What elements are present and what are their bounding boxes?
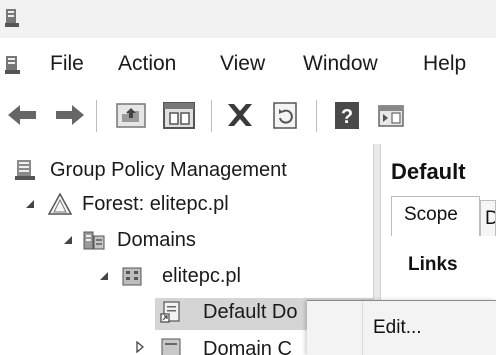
- tree-label: Forest: elitepc.pl: [82, 193, 229, 215]
- gpmc-app-icon: [15, 160, 35, 180]
- collapsed-arrow-icon[interactable]: [134, 341, 146, 353]
- refresh-icon[interactable]: [268, 100, 304, 130]
- expanded-arrow-icon[interactable]: [98, 270, 110, 282]
- toolbar-separator: [96, 100, 97, 132]
- context-menu-edit[interactable]: Edit...: [373, 316, 422, 340]
- toolbar-separator: [211, 100, 212, 132]
- expanded-arrow-icon[interactable]: [62, 234, 74, 246]
- tree-label: Domain C: [203, 338, 292, 355]
- gpmc-app-icon[interactable]: [4, 54, 22, 76]
- help-icon[interactable]: ?: [329, 100, 365, 130]
- expanded-arrow-icon[interactable]: [24, 198, 36, 210]
- forest-icon: [48, 192, 72, 215]
- tree-label: Domains: [117, 229, 196, 251]
- tab-label: D: [485, 208, 495, 229]
- tree-label: Group Policy Management: [50, 159, 287, 181]
- window-title-bar: [0, 0, 496, 38]
- back-arrow-icon[interactable]: [4, 100, 40, 130]
- svg-text:?: ?: [341, 106, 353, 128]
- domain-icon: [122, 267, 142, 286]
- tab-scope[interactable]: Scope: [391, 196, 480, 236]
- forward-arrow-icon[interactable]: [52, 100, 88, 130]
- gpmc-app-icon: [5, 9, 19, 27]
- domains-icon: [83, 231, 105, 250]
- menu-help[interactable]: Help: [423, 51, 466, 77]
- tree-item-forest[interactable]: Forest: elitepc.pl: [0, 190, 373, 222]
- delete-icon[interactable]: [222, 100, 258, 130]
- menu-view[interactable]: View: [220, 51, 265, 77]
- ou-folder-icon: [161, 338, 181, 355]
- tree-label: Default Do: [203, 301, 298, 323]
- tree-item-domain-elitepc[interactable]: elitepc.pl: [0, 262, 373, 294]
- show-hide-console-tree-icon[interactable]: [161, 100, 197, 130]
- menu-file[interactable]: File: [50, 51, 84, 77]
- menu-window[interactable]: Window: [303, 51, 378, 77]
- links-section-heading: Links: [408, 254, 458, 275]
- gpo-link-icon: [160, 301, 180, 323]
- tree-item-group-policy-management[interactable]: Group Policy Management: [0, 156, 373, 188]
- tree-label: elitepc.pl: [162, 265, 241, 287]
- up-folder-icon[interactable]: [113, 100, 149, 130]
- show-action-pane-icon[interactable]: [373, 100, 409, 130]
- details-title: Default: [391, 159, 466, 184]
- toolbar-separator: [316, 100, 317, 132]
- tab-label: Scope: [404, 204, 458, 225]
- menu-action[interactable]: Action: [118, 51, 176, 77]
- context-menu-icon-column: [307, 301, 363, 355]
- tab-details[interactable]: D: [480, 200, 496, 236]
- tree-item-domains[interactable]: Domains: [0, 226, 373, 258]
